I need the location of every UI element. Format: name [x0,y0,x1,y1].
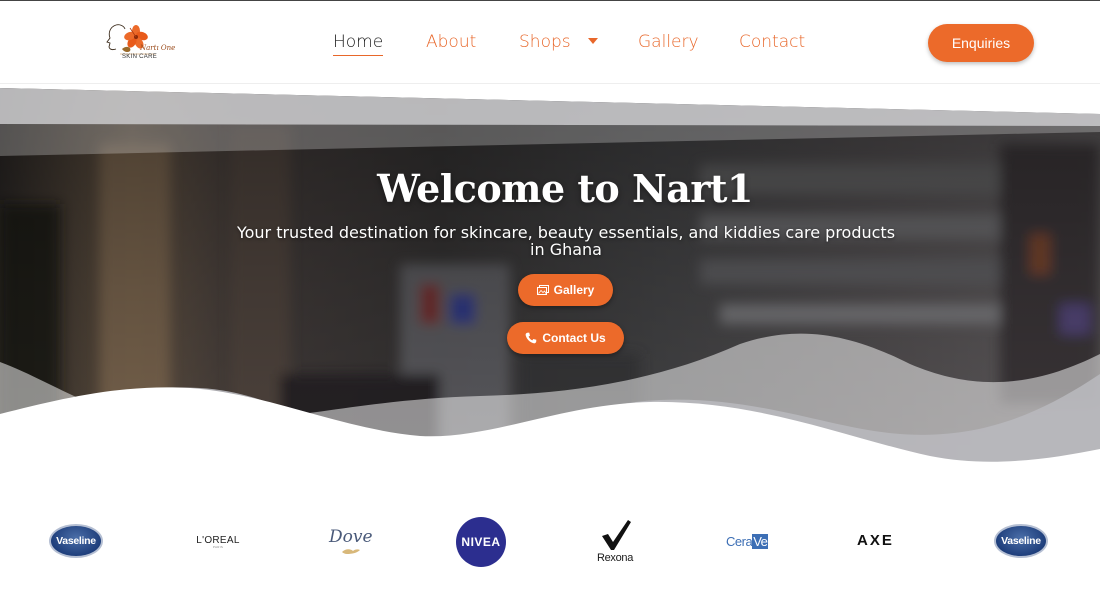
nav-item-about-label: About [426,32,477,52]
logo-script-text: Nartı One [140,44,176,52]
brand-axe-label: AXE [857,532,894,549]
brand-logo-rexona[interactable]: Rexona [594,518,636,568]
brand-logo-vaseline-2[interactable]: Vaseline [994,524,1048,558]
contact-us-button-label: Contact Us [542,331,606,345]
nav-item-home[interactable]: Home [333,32,384,56]
nav-item-home-label: Home [333,32,384,52]
brand-logo-axe[interactable]: AXE [857,532,894,549]
brand-nivea-label: NIVEA [461,535,501,549]
brand-rexona-label: Rexona [596,552,634,564]
chevron-down-icon[interactable] [588,38,599,44]
images-icon [536,284,549,296]
brand-logo-cerave[interactable]: CeraVe [726,534,769,549]
brand-cerave-box: Ve [752,534,769,549]
nav-item-gallery[interactable]: Gallery [638,32,699,52]
hero-subtitle: Your trusted destination for skincare, b… [236,223,896,259]
brand-vaseline-label: Vaseline [56,535,96,547]
nav-item-shops[interactable]: Shops [519,32,599,52]
brand-logo-strip: Vaseline L'OREAL PARIS Dove NIVEA Rexona… [0,494,1100,589]
brand-cerave-label: Cera [726,534,753,549]
nav-item-shops-label: Shops [519,32,571,52]
hero-title: Welcome to Nart1 [377,166,753,211]
gallery-button[interactable]: Gallery [518,274,613,306]
brand-logo-vaseline[interactable]: Vaseline [49,524,103,558]
nav-item-about[interactable]: About [426,32,476,52]
brand-logo-nivea[interactable]: NIVEA [456,517,506,567]
brand-vaseline-2-label: Vaseline [1001,535,1041,547]
site-logo[interactable]: Nartı One SKIN CARE [100,21,180,67]
nav-item-contact-label: Contact [739,32,806,52]
site-header: Nartı One SKIN CARE Home About Shops Gal… [0,0,1100,84]
nav-item-gallery-label: Gallery [638,32,699,52]
brand-logo-dove[interactable]: Dove [329,527,373,554]
nav-item-contact[interactable]: Contact [739,32,805,52]
brand-dove-label: Dove [329,527,373,547]
checkmark-icon [602,520,631,550]
brand-logo-loreal[interactable]: L'OREAL PARIS [190,535,246,549]
enquiries-button[interactable]: Enquiries [928,24,1034,62]
phone-icon [525,332,537,344]
dove-bird-icon [342,549,360,554]
gallery-button-label: Gallery [553,283,595,297]
hero-section: Welcome to Nart1 Your trusted destinatio… [0,84,1100,494]
logo-sub-text: SKIN CARE [122,54,158,60]
contact-us-button[interactable]: Contact Us [507,322,624,354]
active-underline [333,54,384,56]
